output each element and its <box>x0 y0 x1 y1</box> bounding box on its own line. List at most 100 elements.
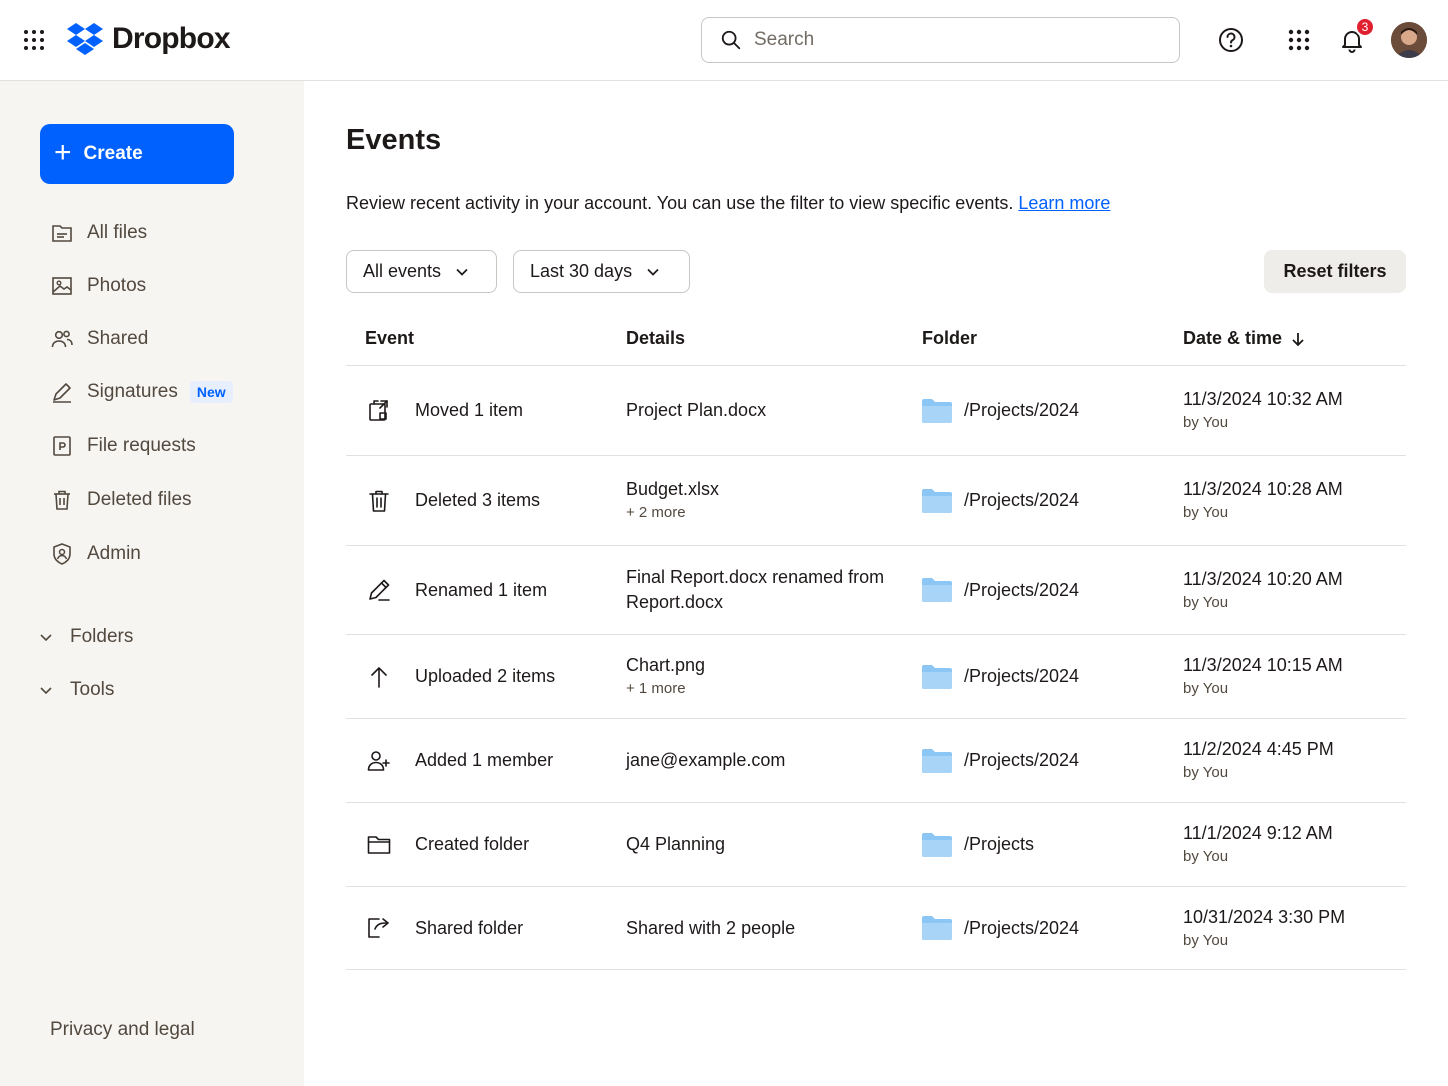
search-input[interactable] <box>754 29 1154 51</box>
search-icon <box>721 30 741 50</box>
folder-icon <box>922 488 952 513</box>
event-label: Moved 1 item <box>415 400 524 420</box>
sidebar-item-signatures[interactable]: Signatures New <box>50 376 233 408</box>
column-header-details[interactable]: Details <box>626 328 685 349</box>
avatar[interactable] <box>1391 22 1427 58</box>
create-label: Create <box>83 143 143 164</box>
event-label: Uploaded 2 items <box>415 666 556 686</box>
folder-path[interactable]: /Projects/2024 <box>964 719 1079 802</box>
event-actor: by You <box>1183 931 1229 949</box>
apps-grid-icon[interactable] <box>1285 26 1313 54</box>
event-label: Created folder <box>415 834 530 854</box>
event-actor: by You <box>1183 848 1229 865</box>
folder-path[interactable]: /Projects/2024 <box>964 546 1079 634</box>
image-icon <box>52 277 72 295</box>
signature-icon <box>53 383 71 403</box>
folder-path[interactable]: /Projects/2024 <box>964 887 1079 969</box>
add-member-icon <box>367 750 390 771</box>
search-box[interactable] <box>701 17 1180 63</box>
event-details: jane@example.com <box>626 719 886 802</box>
table-row[interactable]: Uploaded 2 items Chart.png + 1 more/Projec… <box>346 635 1406 719</box>
event-type-dropdown[interactable]: All events <box>346 250 497 293</box>
description-text: Review recent activity in your account. … <box>346 193 1014 213</box>
event-details: Shared with 2 people <box>626 887 886 969</box>
date-text: 11/2/2024 4:45 PM <box>1183 739 1334 759</box>
move-icon <box>369 399 388 421</box>
details-more: + 1 more <box>626 680 686 697</box>
date-range-dropdown[interactable]: Last 30 days <box>513 250 690 293</box>
sidebar-section-tools[interactable]: Tools <box>38 675 114 705</box>
table-row[interactable]: Created folder Q4 Planning/Projects 11/1/2… <box>346 803 1406 887</box>
people-icon <box>51 330 73 348</box>
sidebar-item-label: File requests <box>87 435 196 456</box>
sidebar-item-file-requests[interactable]: File requests <box>50 430 196 462</box>
event-details: Final Report.docx renamed from Report.do… <box>626 546 886 634</box>
event-label: Renamed 1 item <box>415 579 548 600</box>
event-label: Deleted 3 items <box>415 490 541 510</box>
upload-icon <box>371 666 387 688</box>
column-label: Event <box>365 328 415 348</box>
create-button[interactable]: + Create <box>40 124 234 184</box>
sidebar-item-deleted-files[interactable]: Deleted files <box>50 484 192 516</box>
date-text: 11/3/2024 10:32 AM <box>1183 389 1343 409</box>
dropbox-logo[interactable]: Dropbox <box>66 22 231 56</box>
privacy-link[interactable]: Privacy and legal <box>50 1019 195 1041</box>
folder-outline-icon <box>367 835 391 854</box>
folder-path[interactable]: /Projects <box>964 803 1034 886</box>
sidebar-item-all-files[interactable]: All files <box>50 217 147 249</box>
folder-path[interactable]: /Projects/2024 <box>964 456 1079 545</box>
date-text: 11/3/2024 10:20 AM <box>1183 568 1343 589</box>
sidebar-item-photos[interactable]: Photos <box>50 270 146 302</box>
event-date: 11/1/2024 9:12 AM by You <box>1183 803 1333 886</box>
sidebar-item-admin[interactable]: Admin <box>50 538 141 570</box>
event-details: Budget.xlsx + 2 more <box>626 456 886 545</box>
column-header-event[interactable]: Event <box>365 328 414 349</box>
column-label: Folder <box>922 328 978 348</box>
avatar-image <box>1391 22 1427 58</box>
event-date: 11/2/2024 4:45 PM by You <box>1183 719 1334 802</box>
column-header-folder[interactable]: Folder <box>922 328 977 349</box>
folder-path[interactable]: /Projects/2024 <box>964 366 1079 455</box>
date-text: 11/1/2024 9:12 AM <box>1183 823 1333 843</box>
folder-icon <box>52 225 72 242</box>
help-icon[interactable] <box>1217 26 1245 54</box>
event-date: 11/3/2024 10:32 AM by You <box>1183 366 1343 455</box>
reset-filters-button[interactable]: Reset filters <box>1264 250 1406 293</box>
learn-more-link[interactable]: Learn more <box>1018 193 1110 213</box>
table-row[interactable]: Added 1 member jane@example.com/Projects/… <box>346 719 1406 803</box>
date-range-value: Last 30 days <box>530 261 633 281</box>
page-description: Review recent activity in your account. … <box>346 193 1110 214</box>
chevron-down-icon <box>647 268 659 276</box>
folder-icon <box>922 832 952 857</box>
event-date: 11/3/2024 10:20 AM by You <box>1183 546 1343 634</box>
event-label: Shared folder <box>415 917 524 938</box>
sidebar-section-folders[interactable]: Folders <box>38 622 133 652</box>
top-bar: Dropbox 3 <box>0 0 1448 81</box>
table-row[interactable]: Shared folder Shared with 2 people/Projec… <box>346 887 1406 970</box>
sidebar-item-label: Signatures <box>87 381 178 402</box>
folder-icon <box>922 748 952 773</box>
table-row[interactable]: Deleted 3 items Budget.xlsx + 2 more/Proje… <box>346 456 1406 546</box>
details-text: Project Plan.docx <box>626 400 767 420</box>
event-details: Chart.png + 1 more <box>626 635 886 718</box>
section-label: Folders <box>70 626 134 647</box>
app-grid-icon[interactable] <box>22 28 46 52</box>
page-title: Events <box>346 124 442 156</box>
event-date: 11/3/2024 10:28 AM by You <box>1183 456 1343 545</box>
event-actor: by You <box>1183 593 1229 611</box>
dropbox-box-icon <box>67 23 103 55</box>
column-header-date[interactable]: Date & time <box>1183 328 1306 349</box>
chevron-down-icon <box>40 687 52 695</box>
sidebar-item-shared[interactable]: Shared <box>50 323 148 355</box>
folder-path[interactable]: /Projects/2024 <box>964 635 1079 718</box>
section-label: Tools <box>70 679 115 700</box>
trash-icon <box>369 490 389 512</box>
table-row[interactable]: Renamed 1 item Final Report.docx renamed … <box>346 546 1406 635</box>
table-row[interactable]: Moved 1 item Project Plan.docx/Projects/2… <box>346 366 1406 456</box>
file-request-icon <box>53 436 71 456</box>
details-more: + 2 more <box>626 504 686 521</box>
admin-icon <box>53 543 71 565</box>
share-icon <box>368 918 389 938</box>
sidebar-item-label: Photos <box>87 275 147 296</box>
details-text: Chart.png <box>626 655 706 675</box>
